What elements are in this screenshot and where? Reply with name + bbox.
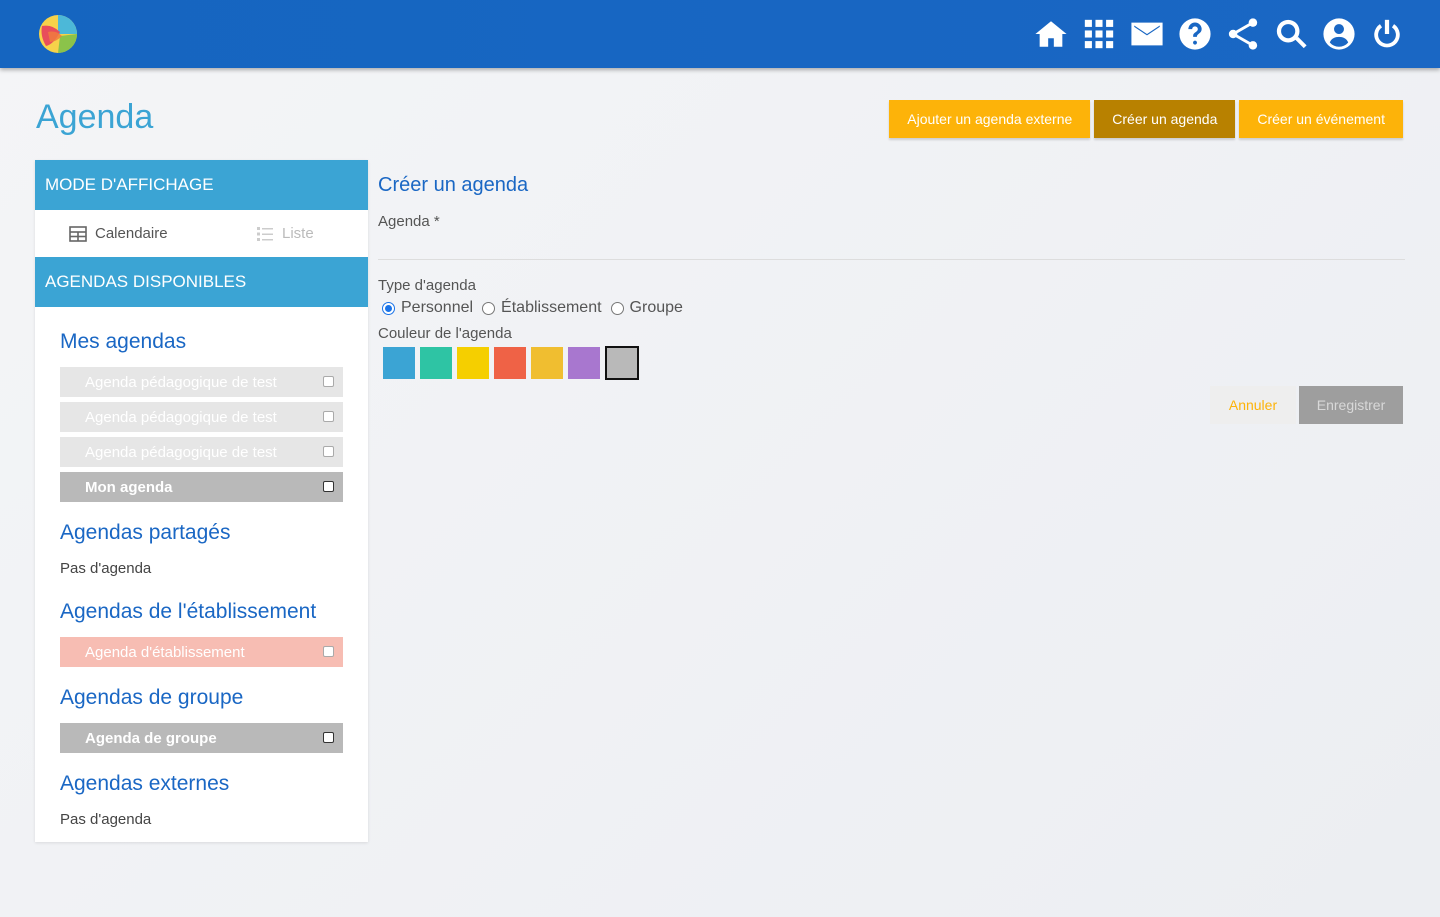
type-group-option[interactable]: Groupe bbox=[610, 299, 683, 317]
agenda-item[interactable]: Mon agenda bbox=[60, 472, 343, 502]
type-personal-label: Personnel bbox=[401, 299, 474, 316]
group-agendas-title: Agendas de groupe bbox=[60, 686, 244, 709]
agenda-type-label: Type d'agenda bbox=[378, 277, 476, 294]
sidebar: MODE D'AFFICHAGE Calendaire Liste AGENDA… bbox=[35, 160, 368, 842]
view-calendar-option[interactable]: Calendaire bbox=[69, 225, 168, 243]
shared-agendas-empty: Pas d'agenda bbox=[60, 560, 152, 577]
agenda-checkbox[interactable] bbox=[323, 376, 334, 387]
action-buttons: Ajouter un agenda externe Créer un agend… bbox=[889, 100, 1403, 138]
shared-agendas-title: Agendas partagés bbox=[60, 521, 231, 544]
type-group-label: Groupe bbox=[629, 299, 683, 316]
mail-icon[interactable] bbox=[1130, 14, 1164, 54]
radio-button[interactable] bbox=[482, 301, 496, 315]
available-agendas-header: AGENDAS DISPONIBLES bbox=[35, 257, 368, 307]
list-icon bbox=[257, 226, 273, 241]
agenda-item[interactable]: Agenda de groupe bbox=[60, 723, 343, 753]
color-swatches bbox=[383, 346, 639, 380]
color-swatch[interactable] bbox=[457, 347, 489, 379]
top-bar bbox=[0, 0, 1440, 68]
agenda-name-label: Agenda * bbox=[378, 213, 440, 230]
display-mode-header: MODE D'AFFICHAGE bbox=[35, 160, 368, 210]
app-logo[interactable] bbox=[38, 14, 78, 54]
type-personal-option[interactable]: Personnel bbox=[382, 299, 473, 317]
cancel-button[interactable]: Annuler bbox=[1210, 386, 1296, 424]
agenda-item[interactable]: Agenda pédagogique de test bbox=[60, 367, 343, 397]
agenda-name-input[interactable] bbox=[378, 236, 1405, 260]
type-establishment-label: Établissement bbox=[501, 299, 602, 316]
agenda-checkbox[interactable] bbox=[323, 411, 334, 422]
form-title: Créer un agenda bbox=[378, 174, 529, 196]
create-agenda-button[interactable]: Créer un agenda bbox=[1094, 100, 1236, 138]
color-swatch[interactable] bbox=[568, 347, 600, 379]
agenda-item-label: Agenda d'établissement bbox=[85, 643, 245, 661]
agenda-checkbox[interactable] bbox=[323, 446, 334, 457]
help-icon[interactable] bbox=[1178, 14, 1212, 54]
my-agendas-title: Mes agendas bbox=[60, 330, 187, 353]
agenda-item-label: Agenda pédagogique de test bbox=[85, 443, 277, 461]
search-icon[interactable] bbox=[1274, 14, 1308, 54]
agenda-checkbox[interactable] bbox=[323, 646, 334, 657]
agenda-item-label: Agenda pédagogique de test bbox=[85, 373, 277, 391]
power-icon[interactable] bbox=[1370, 14, 1404, 54]
color-swatch[interactable] bbox=[383, 347, 415, 379]
apps-grid-icon[interactable] bbox=[1082, 14, 1116, 54]
agenda-checkbox[interactable] bbox=[323, 481, 334, 492]
view-list-option[interactable]: Liste bbox=[256, 225, 314, 243]
save-button[interactable]: Enregistrer bbox=[1299, 386, 1403, 424]
external-agendas-empty: Pas d'agenda bbox=[60, 811, 152, 828]
color-swatch-selected[interactable] bbox=[605, 346, 639, 380]
view-calendar-label: Calendaire bbox=[95, 225, 168, 242]
agenda-item-label: Agenda pédagogique de test bbox=[85, 408, 277, 426]
color-swatch[interactable] bbox=[420, 347, 452, 379]
radio-button[interactable] bbox=[382, 301, 395, 315]
agenda-checkbox[interactable] bbox=[323, 732, 334, 743]
agenda-item[interactable]: Agenda pédagogique de test bbox=[60, 402, 343, 432]
external-agendas-title: Agendas externes bbox=[60, 772, 230, 795]
calendar-grid-icon bbox=[69, 225, 87, 242]
create-event-button[interactable]: Créer un événement bbox=[1239, 100, 1403, 138]
account-icon[interactable] bbox=[1322, 14, 1356, 54]
color-swatch[interactable] bbox=[531, 347, 563, 379]
agenda-color-label: Couleur de l'agenda bbox=[378, 325, 512, 342]
share-icon[interactable] bbox=[1226, 14, 1260, 54]
home-icon[interactable] bbox=[1034, 14, 1068, 54]
color-swatch[interactable] bbox=[494, 347, 526, 379]
agenda-item[interactable]: Agenda pédagogique de test bbox=[60, 437, 343, 467]
radio-button[interactable] bbox=[610, 301, 624, 315]
agenda-item-label: Mon agenda bbox=[85, 478, 173, 496]
page-title: Agenda bbox=[36, 98, 154, 136]
agenda-type-radio-group: Personnel Établissement Groupe bbox=[382, 299, 692, 317]
agenda-item[interactable]: Agenda d'établissement bbox=[60, 637, 343, 667]
view-mode-selector: Calendaire Liste bbox=[35, 210, 368, 257]
establishment-agendas-title: Agendas de l'établissement bbox=[60, 600, 317, 623]
agenda-item-label: Agenda de groupe bbox=[85, 729, 217, 747]
type-establishment-option[interactable]: Établissement bbox=[482, 299, 602, 317]
add-external-agenda-button[interactable]: Ajouter un agenda externe bbox=[889, 100, 1091, 138]
view-list-label: Liste bbox=[282, 225, 314, 242]
